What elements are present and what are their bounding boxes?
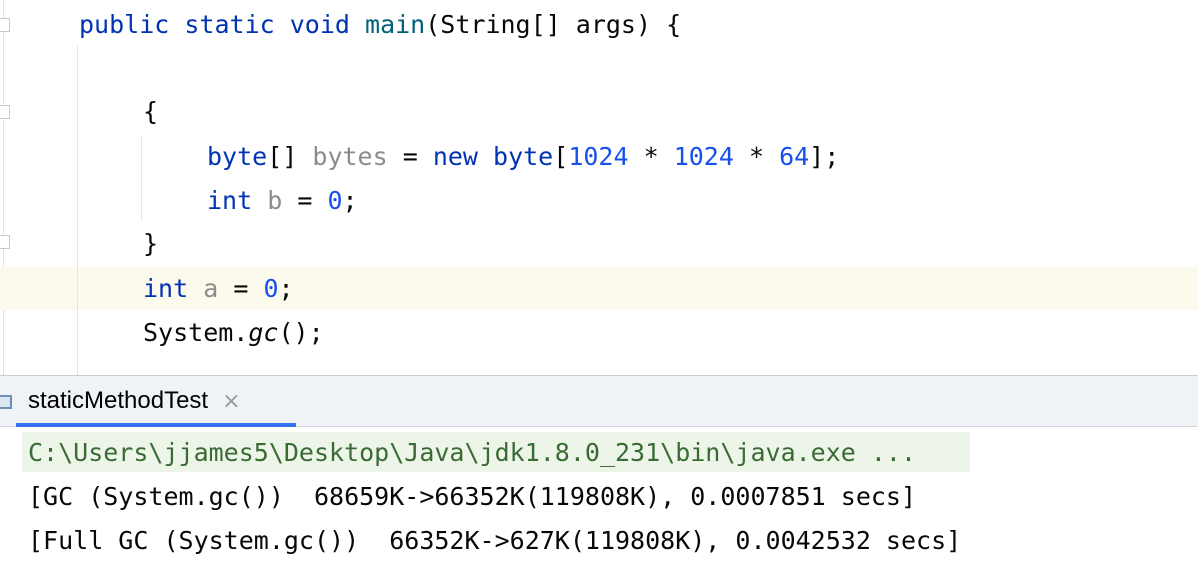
bracket: ]; <box>809 142 840 171</box>
code-editor[interactable]: public static void main(String[] args) {… <box>0 0 1198 375</box>
operator: * <box>628 142 674 171</box>
code-line-gc[interactable]: System.gc(); <box>143 318 324 348</box>
variable-name: a <box>203 274 219 303</box>
bracket: [ <box>553 142 569 171</box>
number-literal: 64 <box>779 142 810 171</box>
number-literal: 1024 <box>673 142 734 171</box>
keyword: public <box>79 10 170 39</box>
operator: = <box>282 186 328 215</box>
fold-marker-icon[interactable] <box>0 105 10 119</box>
fold-marker-icon[interactable] <box>0 235 10 249</box>
class-name: System. <box>143 318 249 347</box>
variable-name: b <box>267 186 283 215</box>
tab-label: staticMethodTest <box>28 387 209 414</box>
console-command-line[interactable]: C:\Users\jjames5\Desktop\Java\jdk1.8.0_2… <box>28 438 916 468</box>
console-output-line[interactable]: [Full GC (System.gc()) 66352K->627K(1198… <box>28 526 961 556</box>
number-literal: 0 <box>327 186 343 215</box>
brace: { <box>143 97 159 126</box>
keyword: void <box>289 10 350 39</box>
run-console-icon <box>0 395 12 409</box>
code-line-int-a[interactable]: int a = 0; <box>143 274 294 304</box>
variable-name: bytes <box>312 142 388 171</box>
type-keyword: int <box>143 274 189 303</box>
fold-marker-icon[interactable] <box>0 18 10 32</box>
keyword: new <box>432 142 478 171</box>
indent-guide <box>141 135 142 221</box>
code-line-close-brace[interactable]: } <box>143 229 158 259</box>
console-output-line[interactable]: [GC (System.gc()) 68659K->66352K(119808K… <box>28 482 916 512</box>
operator: = <box>387 142 433 171</box>
params: (String[] args) { <box>425 10 682 39</box>
code-line-bytes[interactable]: byte[] bytes = new byte[1024 * 1024 * 64… <box>207 142 839 172</box>
number-literal: 0 <box>263 274 279 303</box>
method-name: main <box>365 10 426 39</box>
type-keyword: byte <box>493 142 554 171</box>
code-line-open-brace[interactable]: { <box>143 97 158 127</box>
number-literal: 1024 <box>568 142 629 171</box>
call-parens: (); <box>278 318 324 347</box>
type-keyword: byte <box>207 142 268 171</box>
semicolon: ; <box>278 274 294 303</box>
tab-static-method-test[interactable]: staticMethodTest × <box>16 376 296 427</box>
method-name: gc <box>248 318 279 347</box>
indent-guide <box>77 46 78 375</box>
operator: * <box>733 142 780 171</box>
type-keyword: int <box>207 186 253 215</box>
code-line-main[interactable]: public static void main(String[] args) { <box>79 10 681 40</box>
operator: = <box>218 274 264 303</box>
brace: } <box>143 229 159 258</box>
keyword: static <box>184 10 275 39</box>
close-icon[interactable]: × <box>222 389 240 414</box>
gutter-divider <box>3 0 4 375</box>
semicolon: ; <box>342 186 358 215</box>
array-brackets: [] <box>267 142 298 171</box>
code-line-int-b[interactable]: int b = 0; <box>207 186 358 216</box>
